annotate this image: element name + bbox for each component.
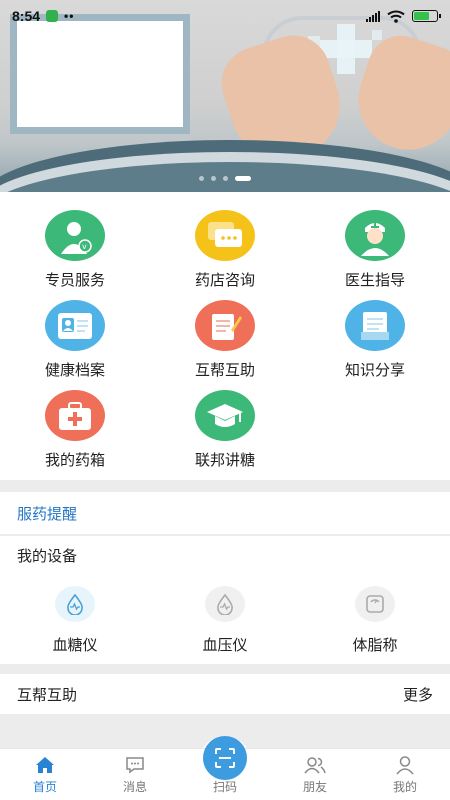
tab-messages[interactable]: 消息: [90, 749, 180, 800]
tab-label: 首页: [32, 780, 57, 794]
tab-home[interactable]: 首页: [0, 749, 90, 800]
menu-item-label: 我的药箱: [44, 451, 105, 469]
menu-item-diabetes-lecture[interactable]: 联邦讲糖: [150, 390, 300, 470]
menu-item-knowledge-share[interactable]: 知识分享: [300, 300, 450, 380]
menu-item-label: 药店咨询: [194, 271, 255, 289]
device-label: 血糖仪: [52, 636, 98, 654]
profile-icon: [396, 756, 414, 775]
tab-label: 消息: [122, 780, 147, 794]
menu-item-mutual-help[interactable]: 互帮互助: [150, 300, 300, 380]
medicine-box-icon: [45, 390, 105, 441]
document-icon: [345, 300, 405, 351]
doctor-icon: [345, 210, 405, 261]
id-card-icon: [45, 300, 105, 351]
person-badge-icon: v: [45, 210, 105, 261]
menu-item-pharmacy-consult[interactable]: 药店咨询: [150, 210, 300, 290]
mutual-help-title: 互帮互助: [17, 685, 78, 704]
carousel-indicator: [0, 176, 450, 181]
battery-icon: [412, 10, 441, 22]
chat-bubbles-icon: [195, 210, 255, 261]
carousel-dot[interactable]: [211, 176, 216, 181]
menu-item-label: 医生指导: [344, 271, 405, 289]
blood-drop-icon: [55, 586, 95, 622]
tab-label: 扫码: [212, 780, 237, 794]
status-bar: 8:54 ••: [0, 0, 450, 32]
graduation-cap-icon: [195, 390, 255, 441]
mutual-help-header: 互帮互助 更多: [0, 674, 450, 714]
medication-reminder-link[interactable]: 服药提醒: [0, 492, 450, 534]
menu-item-label: 联邦讲糖: [194, 451, 255, 469]
menu-item-doctor-guidance[interactable]: 医生指导: [300, 210, 450, 290]
scan-icon: [215, 748, 235, 768]
carousel-dot-active[interactable]: [235, 176, 251, 181]
medication-reminder-title: 服药提醒: [17, 504, 78, 523]
function-menu: v 专员服务 药店咨询 医生指导 健康档案 互帮互助 知识分享 我的药箱 联邦讲…: [0, 192, 450, 480]
carousel-dot[interactable]: [199, 176, 204, 181]
status-more-dots: ••: [64, 9, 75, 23]
tab-friends[interactable]: 朋友: [270, 749, 360, 800]
home-icon: [36, 757, 54, 773]
tab-label: 朋友: [302, 780, 327, 794]
wifi-icon: [387, 10, 405, 23]
my-devices-header: 我的设备: [0, 536, 450, 574]
menu-item-label: 互帮互助: [194, 361, 255, 379]
scale-icon: [355, 586, 395, 622]
message-icon: [126, 757, 144, 774]
menu-item-commissioner-service[interactable]: v 专员服务: [0, 210, 150, 290]
menu-item-label: 知识分享: [344, 361, 405, 379]
svg-text:v: v: [82, 242, 87, 251]
menu-item-label: 健康档案: [44, 361, 105, 379]
tab-label: 我的: [392, 780, 417, 794]
status-time: 8:54: [12, 8, 41, 24]
scan-button[interactable]: [203, 736, 247, 780]
more-link[interactable]: 更多: [403, 684, 433, 705]
device-blood-pressure-monitor[interactable]: 血压仪: [150, 574, 300, 664]
device-label: 血压仪: [202, 636, 248, 654]
menu-item-label: 专员服务: [44, 271, 105, 289]
wechat-notification-icon: [46, 10, 59, 22]
my-devices-title: 我的设备: [17, 546, 78, 565]
device-glucometer[interactable]: 血糖仪: [0, 574, 150, 664]
tab-profile[interactable]: 我的: [360, 749, 450, 800]
signal-icon: [366, 10, 380, 22]
menu-item-medicine-box[interactable]: 我的药箱: [0, 390, 150, 470]
my-devices-list: 血糖仪 血压仪 体脂称: [0, 574, 450, 664]
banner-photo-frame: [10, 14, 190, 134]
friends-icon: [304, 757, 326, 774]
carousel-dot[interactable]: [223, 176, 228, 181]
menu-item-health-record[interactable]: 健康档案: [0, 300, 150, 380]
device-body-fat-scale[interactable]: 体脂称: [300, 574, 450, 664]
blood-drop-icon: [205, 586, 245, 622]
device-label: 体脂称: [352, 636, 398, 654]
notepad-icon: [195, 300, 255, 351]
